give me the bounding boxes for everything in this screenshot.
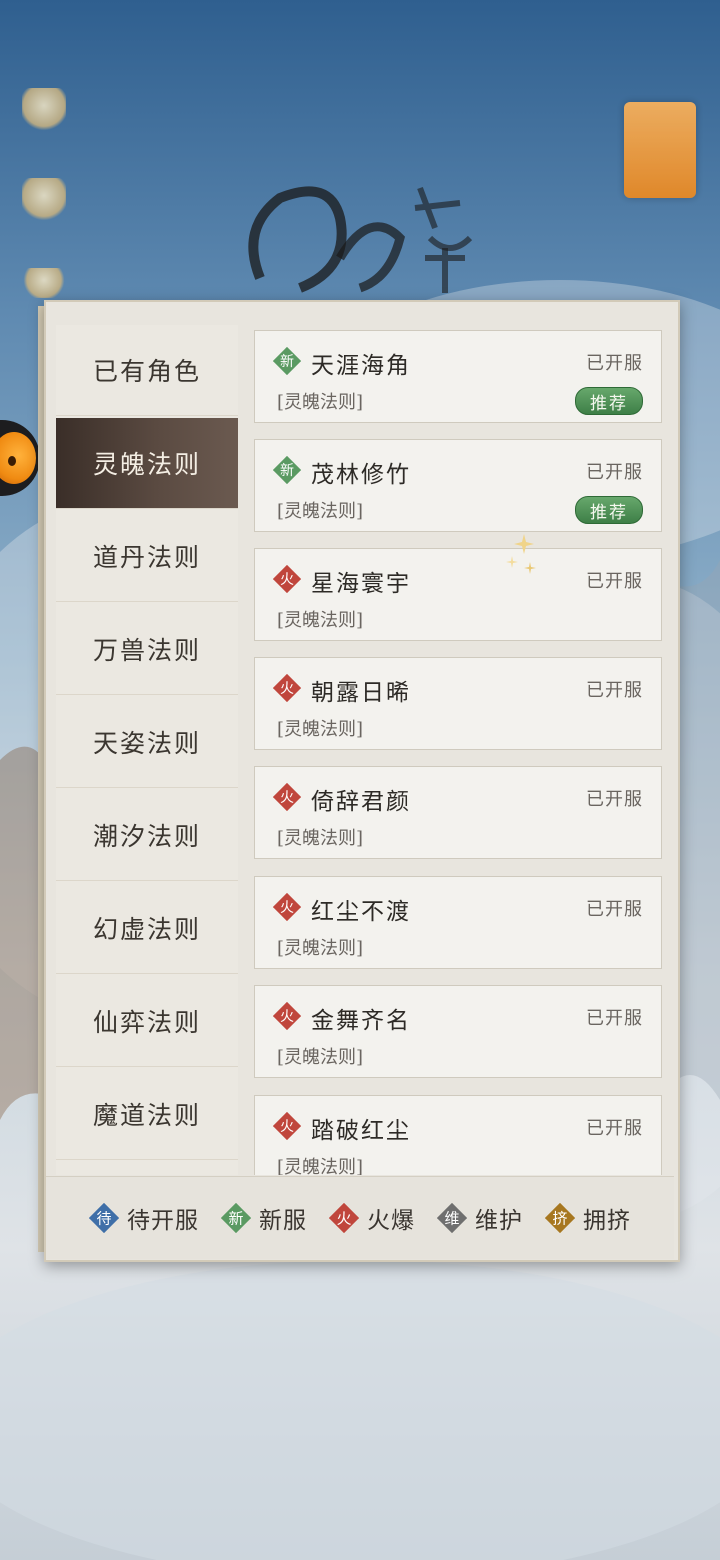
tab-tianzi[interactable]: 天姿法则 xyxy=(56,697,238,788)
server-group-label: [灵魄法则] xyxy=(277,828,364,849)
server-status: 已开服 xyxy=(586,789,643,810)
svg-text:火: 火 xyxy=(280,572,294,588)
side-menu-icon-1[interactable] xyxy=(22,88,66,132)
server-name: 红尘不渡 xyxy=(311,899,411,925)
legend-label: 维护 xyxy=(475,1208,523,1234)
new-server-icon: 新 xyxy=(273,347,301,375)
server-card[interactable]: 火 红尘不渡 [灵魄法则] 已开服 xyxy=(254,876,662,969)
server-card[interactable]: 新 茂林修竹 [灵魄法则] 已开服 推荐 xyxy=(254,439,662,532)
hot-badge-icon: 火 xyxy=(329,1203,359,1233)
server-group-label: [灵魄法则] xyxy=(277,1047,364,1068)
hot-server-icon: 火 xyxy=(273,893,301,921)
server-status: 已开服 xyxy=(586,680,643,701)
legend-label: 新服 xyxy=(259,1208,307,1234)
server-name: 天涯海角 xyxy=(311,353,411,379)
legend-label: 火爆 xyxy=(367,1208,415,1234)
crowded-badge-icon: 挤 xyxy=(545,1203,575,1233)
svg-text:新: 新 xyxy=(280,354,294,370)
server-group-label: [灵魄法则] xyxy=(277,719,364,740)
legend-crowded: 挤 拥挤 xyxy=(545,1201,631,1235)
tab-label: 已有角色 xyxy=(92,357,201,386)
pet-eye-icon xyxy=(8,456,16,466)
tab-label: 仙弈法则 xyxy=(92,1008,201,1037)
side-menu-icon-3[interactable] xyxy=(22,268,66,298)
legend-hot: 火 火爆 xyxy=(329,1201,415,1235)
server-name: 朝露日晞 xyxy=(311,680,411,706)
svg-text:火: 火 xyxy=(280,1119,294,1135)
tab-modao[interactable]: 魔道法则 xyxy=(56,1069,238,1160)
svg-text:火: 火 xyxy=(280,900,294,916)
new-badge-icon: 新 xyxy=(221,1203,251,1233)
tab-label: 灵魄法则 xyxy=(92,450,201,479)
new-server-icon: 新 xyxy=(273,456,301,484)
server-name: 星海寰宇 xyxy=(311,571,411,597)
svg-text:待: 待 xyxy=(96,1209,111,1227)
server-card[interactable]: 新 天涯海角 [灵魄法则] 已开服 推荐 xyxy=(254,330,662,423)
tab-label: 魔道法则 xyxy=(92,1101,201,1130)
server-list[interactable]: 新 天涯海角 [灵魄法则] 已开服 推荐 新 茂林修竹 [灵魄法则] 已开服 推… xyxy=(252,325,664,1175)
server-status-legend: 待 待开服 新 新服 火 火爆 维 维护 挤 拥挤 xyxy=(46,1176,674,1259)
tab-label: 幻虚法则 xyxy=(92,915,201,944)
tab-label: 道丹法则 xyxy=(92,543,201,572)
server-group-label: [灵魄法则] xyxy=(277,1157,364,1175)
side-menu-icon-2[interactable] xyxy=(22,178,66,222)
legend-pending: 待 待开服 xyxy=(89,1201,199,1235)
server-card[interactable]: 火 金舞齐名 [灵魄法则] 已开服 xyxy=(254,985,662,1078)
server-status: 已开服 xyxy=(586,571,643,592)
hot-server-icon: 火 xyxy=(273,1002,301,1030)
server-name: 倚辞君颜 xyxy=(311,789,411,815)
server-status: 已开服 xyxy=(586,1008,643,1029)
tab-label: 潮汐法则 xyxy=(92,822,201,851)
server-group-label: [灵魄法则] xyxy=(277,610,364,631)
maintenance-badge-icon: 维 xyxy=(437,1203,467,1233)
svg-text:新: 新 xyxy=(280,463,294,479)
hot-server-icon: 火 xyxy=(273,783,301,811)
server-status: 已开服 xyxy=(586,899,643,920)
server-status: 已开服 xyxy=(586,462,643,483)
svg-text:火: 火 xyxy=(280,681,294,697)
server-group-sidebar: 已有角色 灵魄法则 道丹法则 万兽法则 天姿法则 潮汐法则 幻虚法则 仙弈法则 … xyxy=(56,325,238,1175)
tab-huanxu[interactable]: 幻虚法则 xyxy=(56,883,238,974)
server-name: 踏破红尘 xyxy=(311,1118,411,1144)
legend-maintenance: 维 维护 xyxy=(437,1201,523,1235)
server-group-label: [灵魄法则] xyxy=(277,938,364,959)
server-card[interactable]: 火 星海寰宇 [灵魄法则] 已开服 xyxy=(254,548,662,641)
hot-server-icon: 火 xyxy=(273,565,301,593)
server-status: 已开服 xyxy=(586,1118,643,1139)
svg-text:火: 火 xyxy=(280,790,294,806)
server-group-label: [灵魄法则] xyxy=(277,392,364,413)
game-logo-calligraphy xyxy=(248,186,473,293)
server-group-label: [灵魄法则] xyxy=(277,501,364,522)
server-card[interactable]: 火 朝露日晞 [灵魄法则] 已开服 xyxy=(254,657,662,750)
legend-label: 待开服 xyxy=(127,1208,199,1234)
recommend-badge: 推荐 xyxy=(575,387,643,415)
sparkle-effect-icon xyxy=(506,534,536,574)
server-name: 金舞齐名 xyxy=(311,1008,411,1034)
tab-xianyi[interactable]: 仙弈法则 xyxy=(56,976,238,1067)
tab-daodan[interactable]: 道丹法则 xyxy=(56,511,238,602)
tab-linghun[interactable]: 灵魄法则 xyxy=(56,418,238,509)
tab-wanshou[interactable]: 万兽法则 xyxy=(56,604,238,695)
legend-new: 新 新服 xyxy=(221,1201,307,1235)
event-badge-icon[interactable] xyxy=(624,102,696,198)
server-card[interactable]: 火 踏破红尘 [灵魄法则] 已开服 xyxy=(254,1095,662,1175)
pending-badge-icon: 待 xyxy=(89,1203,119,1233)
server-card[interactable]: 火 倚辞君颜 [灵魄法则] 已开服 xyxy=(254,766,662,859)
recommend-badge: 推荐 xyxy=(575,496,643,524)
tab-existing-characters[interactable]: 已有角色 xyxy=(56,325,238,416)
server-status: 已开服 xyxy=(586,353,643,374)
tab-label: 天姿法则 xyxy=(92,729,201,758)
tab-chaoxi[interactable]: 潮汐法则 xyxy=(56,790,238,881)
tab-label: 万兽法则 xyxy=(92,636,201,665)
legend-label: 拥挤 xyxy=(583,1208,631,1234)
hot-server-icon: 火 xyxy=(273,674,301,702)
svg-text:挤: 挤 xyxy=(552,1209,567,1227)
svg-text:火: 火 xyxy=(280,1009,294,1025)
svg-text:维: 维 xyxy=(444,1209,459,1227)
hot-server-icon: 火 xyxy=(273,1112,301,1140)
svg-text:新: 新 xyxy=(228,1209,243,1227)
server-name: 茂林修竹 xyxy=(311,462,411,488)
svg-text:火: 火 xyxy=(336,1209,351,1227)
